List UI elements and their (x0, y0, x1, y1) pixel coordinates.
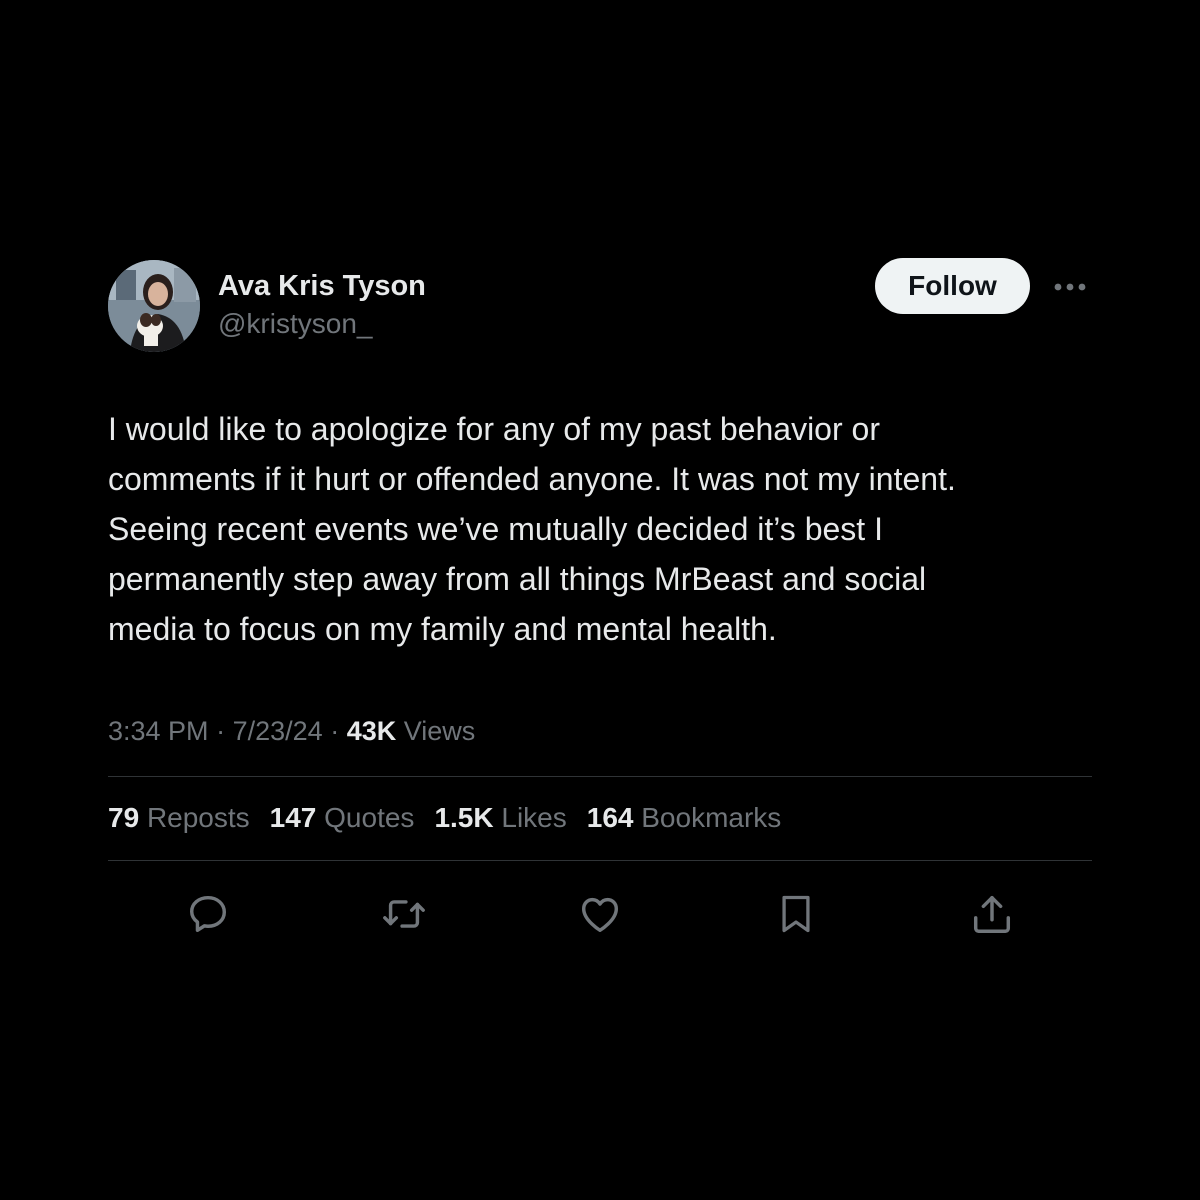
stat-label: Bookmarks (641, 802, 782, 833)
stat-count: 164 (586, 802, 634, 833)
share-icon (973, 895, 1011, 933)
bookmark-button[interactable] (770, 888, 822, 940)
reply-icon (189, 895, 227, 933)
stat-count: 79 (108, 802, 140, 833)
tweet: Ava Kris Tyson @kristyson_ Follow I woul… (108, 258, 1092, 933)
heart-icon (581, 897, 619, 933)
views-label: Views (403, 716, 476, 746)
divider (108, 860, 1092, 861)
reply-button[interactable] (182, 888, 234, 940)
avatar[interactable] (108, 260, 200, 352)
repost-icon (383, 900, 425, 928)
stat-label: Quotes (324, 802, 415, 833)
meta-separator: · (216, 716, 226, 746)
stat-bookmarks[interactable]: 164 Bookmarks (587, 800, 782, 836)
bookmark-icon (782, 895, 810, 933)
like-button[interactable] (574, 888, 626, 940)
views-count: 43K (346, 716, 397, 746)
stat-likes[interactable]: 1.5K Likes (434, 800, 566, 836)
stat-label: Reposts (146, 802, 250, 833)
stat-count: 147 (269, 802, 317, 833)
tweet-actions (108, 882, 1092, 946)
handle[interactable]: @kristyson_ (218, 306, 426, 342)
author-names: Ava Kris Tyson @kristyson_ (218, 268, 426, 342)
avatar-image (108, 260, 200, 352)
more-horizontal-icon (1054, 283, 1086, 291)
tweet-date[interactable]: 7/23/24 (233, 716, 323, 746)
stat-label: Likes (501, 802, 567, 833)
tweet-text: I would like to apologize for any of my … (108, 411, 956, 647)
meta-separator: · (330, 716, 340, 746)
stat-quotes[interactable]: 147 Quotes (270, 800, 415, 836)
tweet-meta: 3:34 PM · 7/23/24 · 43K Views (108, 713, 475, 749)
repost-button[interactable] (378, 888, 430, 940)
engagement-stats: 79 Reposts 147 Quotes 1.5K Likes 164 Boo… (108, 800, 781, 836)
tweet-header: Ava Kris Tyson @kristyson_ Follow (108, 258, 1092, 354)
divider (108, 776, 1092, 777)
tweet-time[interactable]: 3:34 PM (108, 716, 209, 746)
share-button[interactable] (966, 888, 1018, 940)
stat-reposts[interactable]: 79 Reposts (108, 800, 250, 836)
follow-button[interactable]: Follow (875, 258, 1030, 314)
more-options-button[interactable] (1048, 272, 1092, 302)
stat-count: 1.5K (434, 802, 494, 833)
display-name[interactable]: Ava Kris Tyson (218, 268, 426, 304)
